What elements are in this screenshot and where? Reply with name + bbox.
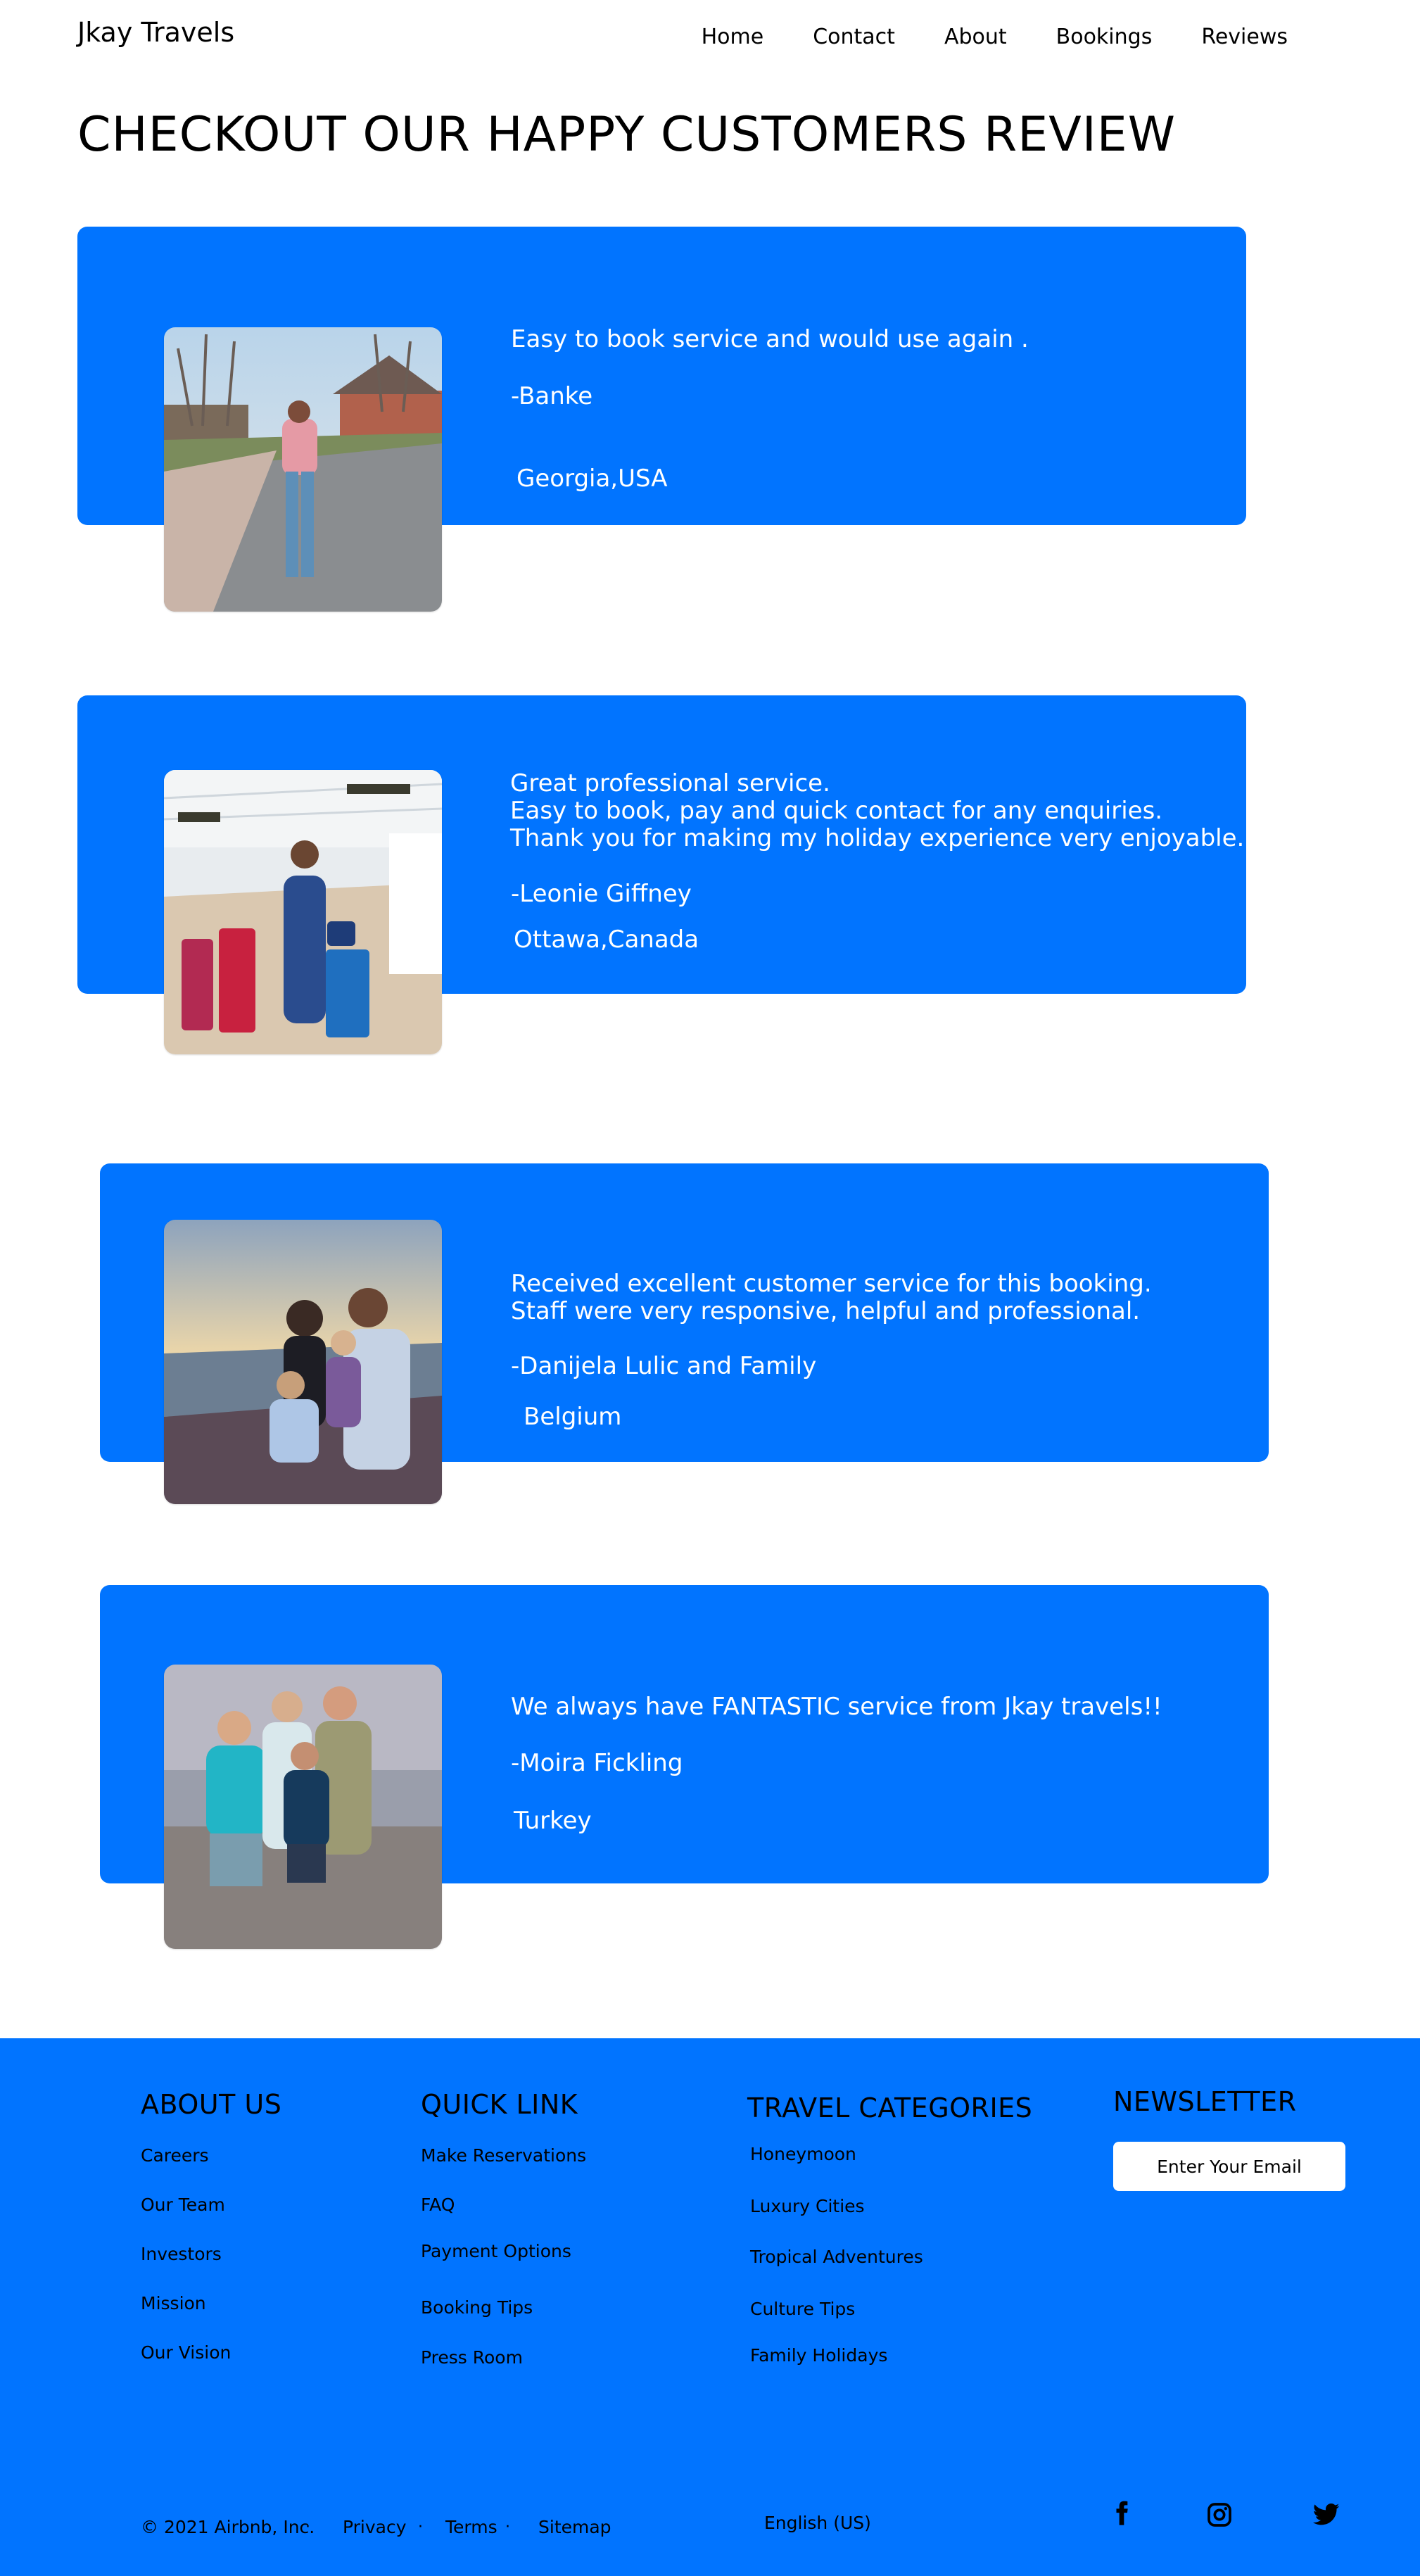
privacy-link[interactable]: Privacy [343, 2517, 407, 2537]
reviewer-name: -Danijela Lulic and Family [511, 1352, 817, 1380]
footer-link-family-holidays[interactable]: Family Holidays [750, 2345, 887, 2366]
footer-link-our-vision[interactable]: Our Vision [141, 2342, 231, 2363]
footer-quick-title: QUICK LINK [421, 2089, 578, 2120]
reviewer-location: Ottawa,Canada [514, 926, 699, 954]
footer-travel-title: TRAVEL CATEGORIES [747, 2092, 1033, 2123]
footer-link-payment-options[interactable]: Payment Options [421, 2241, 571, 2261]
reviewer-photo [164, 327, 442, 612]
footer-link-faq[interactable]: FAQ [421, 2195, 455, 2215]
footer-link-press-room[interactable]: Press Room [421, 2347, 523, 2368]
facebook-icon[interactable] [1108, 2499, 1136, 2527]
twitter-icon[interactable] [1312, 2501, 1340, 2529]
page-title: CHECKOUT OUR HAPPY CUSTOMERS REVIEW [77, 107, 1176, 163]
footer-link-honeymoon[interactable]: Honeymoon [750, 2144, 856, 2164]
reviewer-name: -Banke [511, 382, 593, 410]
reviewer-location: Georgia,USA [516, 465, 668, 493]
nav-home[interactable]: Home [702, 23, 764, 51]
sitemap-link[interactable]: Sitemap [538, 2517, 611, 2537]
review-line: Thank you for making my holiday experien… [510, 824, 1245, 852]
nav-bookings[interactable]: Bookings [1056, 23, 1153, 51]
reviewer-photo [164, 1665, 442, 1949]
reviewer-photo [164, 1220, 442, 1504]
review-text: Easy to book service and would use again… [511, 326, 1029, 353]
footer-link-make-reservations[interactable]: Make Reservations [421, 2145, 586, 2166]
main-nav: Home Contact About Bookings Reviews [702, 23, 1288, 51]
copyright-text: © 2021 Airbnb, Inc. [141, 2517, 315, 2537]
language-selector[interactable]: English (US) [764, 2513, 871, 2533]
reviewer-name: -Moira Fickling [511, 1749, 683, 1777]
review-line: We always have FANTASTIC service from Jk… [511, 1693, 1162, 1721]
instagram-icon[interactable] [1205, 2501, 1234, 2529]
review-line: Easy to book service and would use again… [511, 325, 1029, 353]
review-line: Great professional service. [510, 769, 830, 797]
footer-link-booking-tips[interactable]: Booking Tips [421, 2297, 533, 2318]
separator-dot: · [505, 2518, 510, 2536]
review-line: Received excellent customer service for … [511, 1270, 1152, 1298]
separator-dot: · [305, 2518, 310, 2536]
terms-link[interactable]: Terms [445, 2517, 497, 2537]
nav-about[interactable]: About [944, 23, 1007, 51]
footer-link-our-team[interactable]: Our Team [141, 2195, 225, 2215]
footer-link-luxury-cities[interactable]: Luxury Cities [750, 2196, 865, 2216]
review-text: We always have FANTASTIC service from Jk… [511, 1693, 1162, 1721]
footer-link-culture-tips[interactable]: Culture Tips [750, 2299, 855, 2319]
page: Jkay Travels Home Contact About Bookings… [0, 0, 1420, 2576]
reviewer-name: -Leonie Giffney [511, 880, 692, 908]
footer-newsletter-title: NEWSLETTER [1113, 2086, 1297, 2117]
site-logo[interactable]: Jkay Travels [77, 17, 234, 48]
review-line: Staff were very responsive, helpful and … [511, 1297, 1141, 1325]
footer-about-title: ABOUT US [141, 2089, 282, 2120]
newsletter-email-input[interactable] [1113, 2142, 1345, 2191]
footer-link-tropical-adventures[interactable]: Tropical Adventures [750, 2247, 923, 2267]
review-line: Easy to book, pay and quick contact for … [510, 797, 1163, 825]
review-text: Great professional service. Easy to book… [510, 770, 1244, 852]
review-text: Received excellent customer service for … [511, 1270, 1152, 1325]
reviewer-location: Belgium [524, 1403, 622, 1431]
nav-contact[interactable]: Contact [813, 23, 895, 51]
footer-link-careers[interactable]: Careers [141, 2145, 209, 2166]
footer-link-mission[interactable]: Mission [141, 2293, 206, 2313]
separator-dot: · [418, 2518, 423, 2536]
reviewer-location: Turkey [514, 1807, 592, 1835]
nav-reviews[interactable]: Reviews [1201, 23, 1288, 51]
footer-link-investors[interactable]: Investors [141, 2244, 222, 2264]
reviewer-photo [164, 770, 442, 1054]
